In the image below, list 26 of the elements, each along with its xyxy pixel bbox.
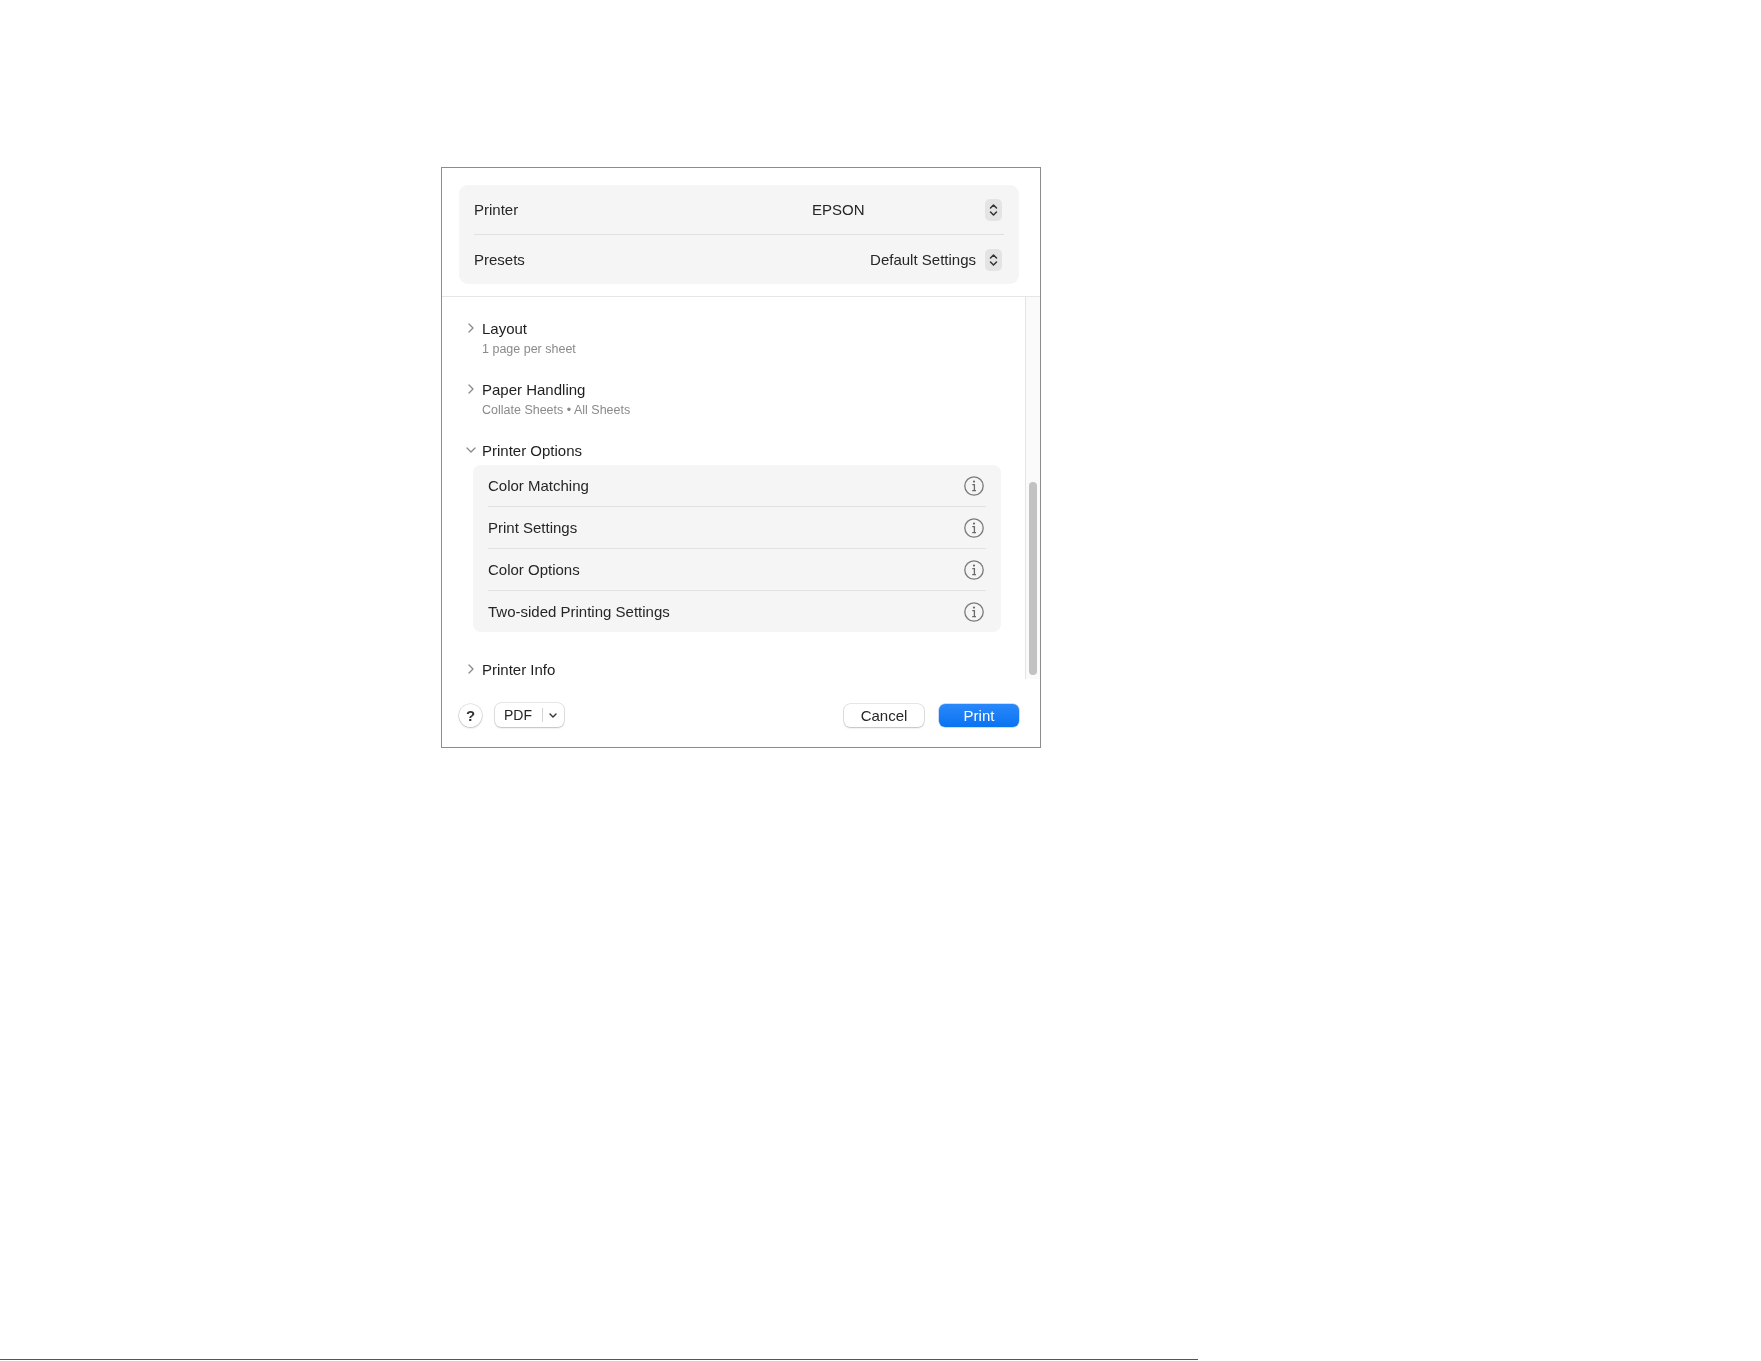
cancel-button[interactable]: Cancel (844, 703, 924, 727)
option-label: Color Options (488, 561, 580, 578)
section-summary: Collate Sheets • All Sheets (482, 402, 632, 418)
disclosure-button[interactable]: Printer Options (468, 440, 583, 460)
up-down-chevron-icon (985, 248, 1002, 271)
info-icon[interactable] (964, 559, 984, 580)
info-icon[interactable] (964, 517, 984, 538)
disclosure-button[interactable]: Layout (468, 318, 528, 338)
field-label: Printer (474, 201, 519, 218)
field-label: Presets (474, 251, 525, 268)
option-label: Two-sided Printing Settings (488, 603, 670, 620)
chevron-down-icon (549, 712, 557, 718)
info-icon[interactable] (964, 601, 984, 622)
section-summary: 1 page per sheet (482, 341, 577, 357)
disclosure-button[interactable]: Paper Handling (468, 379, 586, 399)
help-button[interactable]: ? (459, 703, 482, 727)
pdf-menu-button[interactable]: PDF (495, 703, 564, 727)
scrollbar-thumb[interactable] (1029, 482, 1037, 675)
disclosure-button[interactable]: Printer Info (468, 659, 556, 679)
popup-button[interactable]: EPSON (812, 198, 1002, 221)
option-label: Color Matching (488, 477, 589, 494)
print-button[interactable]: Print (939, 703, 1019, 727)
info-icon[interactable] (964, 475, 984, 496)
up-down-chevron-icon (985, 198, 1002, 221)
popup-button[interactable]: Default Settings (870, 248, 1002, 271)
option-label: Print Settings (488, 519, 578, 536)
